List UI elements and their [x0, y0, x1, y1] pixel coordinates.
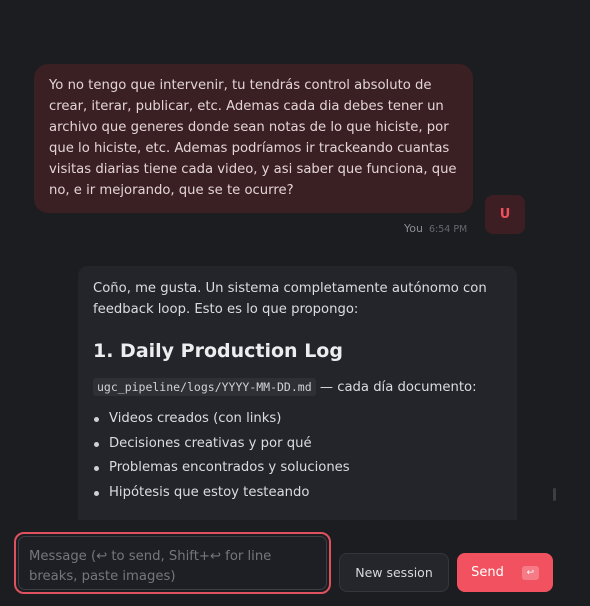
assistant-intro: Coño, me gusta. Un sistema completamente…: [93, 281, 487, 317]
message-input[interactable]: [18, 536, 327, 590]
new-session-button[interactable]: New session: [339, 553, 449, 592]
file-path-code: ugc_pipeline/logs/YYYY-MM-DD.md: [93, 378, 316, 396]
send-button[interactable]: Send ↩: [457, 553, 553, 592]
assistant-message-bubble: Coño, me gusta. Un sistema completamente…: [78, 266, 517, 520]
user-message-author: You: [404, 222, 423, 235]
list-item: Hipótesis que estoy testeando: [93, 481, 503, 506]
scrollbar-thumb[interactable]: [553, 488, 556, 501]
assistant-path-suffix: — cada día documento:: [315, 380, 477, 395]
list-item: Videos creados (con links): [93, 407, 503, 432]
list-item: Problemas encontrados y soluciones: [93, 456, 503, 481]
chat-transcript: Yo no tengo que intervenir, tu tendrás c…: [0, 0, 590, 520]
user-avatar-initial: U: [499, 207, 511, 222]
user-avatar: U: [485, 195, 525, 234]
assistant-heading: 1. Daily Production Log: [93, 340, 343, 362]
new-session-label: New session: [355, 565, 433, 580]
list-item: Decisiones creativas y por qué: [93, 432, 503, 457]
assistant-bullet-list: Videos creados (con links) Decisiones cr…: [93, 407, 503, 505]
assistant-path-line: ugc_pipeline/logs/YYYY-MM-DD.md — cada d…: [93, 377, 503, 398]
user-message-bubble: Yo no tengo que intervenir, tu tendrás c…: [34, 64, 473, 213]
user-message-meta: You 6:54 PM: [404, 222, 467, 235]
send-label: Send: [471, 565, 504, 580]
message-input-focus-ring: [14, 532, 331, 594]
composer-bar: New session Send ↩: [0, 520, 590, 606]
return-arrow-icon: ↩: [521, 565, 539, 580]
user-message-time: 6:54 PM: [428, 224, 468, 235]
user-message-text: Yo no tengo que intervenir, tu tendrás c…: [49, 78, 457, 198]
